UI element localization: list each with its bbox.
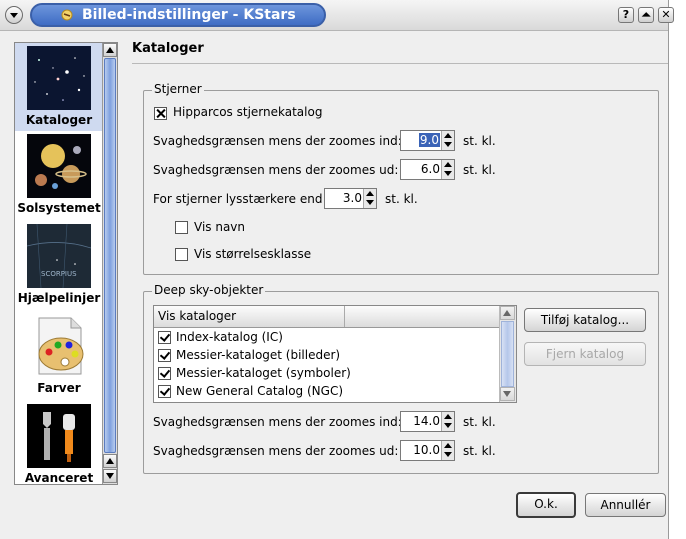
cancel-button[interactable]: Annullér [585, 493, 666, 517]
planets-icon [27, 134, 91, 198]
unit-label: st. kl. [463, 134, 496, 148]
star-brighter-label: For stjerner lysstærkere end [153, 192, 323, 206]
catalog-list[interactable]: Vis kataloger Index-katalog (IC) Messier… [153, 305, 517, 403]
spin-arrows-icon[interactable] [441, 160, 454, 179]
sidebar-item-hjaelpelinjer[interactable]: SCORPIUS Hjælpelinjer [15, 221, 103, 311]
window-menu-button[interactable] [5, 6, 23, 24]
window-title: Billed-indstillinger - KStars [82, 7, 296, 23]
header-divider [132, 63, 668, 64]
deepsky-group-title: Deep sky-objekter [152, 283, 266, 297]
hipparcos-checkbox[interactable] [154, 107, 167, 120]
constellation-label: SCORPIUS [41, 270, 77, 278]
unit-label: st. kl. [463, 163, 496, 177]
show-name-checkbox[interactable] [175, 221, 188, 234]
star-zoom-out-spinbox[interactable]: 6.0 [400, 159, 455, 180]
sidebar-item-label: Solsystemet [17, 201, 101, 215]
star-zoom-out-label: Svaghedsgrænsen mens der zoomes ud: [153, 163, 399, 177]
show-name-label: Vis navn [194, 220, 246, 234]
show-magnitude-checkbox[interactable] [175, 248, 188, 261]
scroll-up-arrow[interactable] [103, 454, 117, 468]
unit-label: st. kl. [385, 192, 418, 206]
sidebar-item-farver[interactable]: Farver [15, 311, 103, 401]
star-zoom-in-spinbox[interactable]: 9.0 [400, 130, 455, 151]
catalog-list-scrollbar[interactable] [499, 306, 516, 402]
list-item[interactable]: New General Catalog (NGC) [154, 383, 500, 401]
kstars-app-icon [61, 9, 73, 21]
spin-value: 9.0 [418, 133, 440, 147]
page-title: Kataloger [132, 41, 204, 56]
remove-catalog-button[interactable]: Fjern katalog [524, 342, 646, 366]
catalog-label: Messier-kataloget (symboler) [176, 366, 351, 380]
sidebar-item-avanceret[interactable]: Avanceret [15, 401, 103, 485]
deepsky-zoom-in-spinbox[interactable]: 14.0 [400, 411, 455, 432]
sidebar-item-label: Hjælpelinjer [17, 291, 101, 305]
catalog-checkbox[interactable] [158, 367, 171, 380]
scroll-up-arrow[interactable] [500, 306, 515, 320]
scrollbar-thumb[interactable] [501, 321, 514, 387]
deepsky-zoom-out-spinbox[interactable]: 10.0 [400, 440, 455, 461]
deepsky-zoom-out-label: Svaghedsgrænsen mens der zoomes ud: [153, 444, 399, 458]
constellation-lines-icon: SCORPIUS [27, 224, 91, 288]
star-field-icon [27, 46, 91, 110]
shade-button[interactable]: ⏶ [638, 7, 654, 23]
page-icon-list[interactable]: Kataloger Solsystemet SCORPIUS Hjælpelin… [14, 42, 118, 485]
spin-value: 10.0 [413, 443, 440, 457]
sidebar-item-label: Avanceret [24, 471, 94, 485]
catalog-checkbox[interactable] [158, 331, 171, 344]
catalog-label: Messier-kataloget (billeder) [176, 348, 341, 362]
sidebar-item-kataloger[interactable]: Kataloger [15, 43, 103, 131]
add-catalog-button[interactable]: Tilføj katalog... [524, 308, 646, 332]
catalog-checkbox[interactable] [158, 385, 171, 398]
sidebar-item-label: Farver [37, 381, 81, 395]
paint-palette-icon [27, 314, 91, 378]
show-magnitude-label: Vis størrelsesklasse [194, 247, 312, 261]
sidebar-item-label: Kataloger [25, 113, 93, 127]
list-item[interactable]: Messier-kataloget (symboler) [154, 365, 500, 383]
catalog-checkbox[interactable] [158, 349, 171, 362]
star-zoom-in-label: Svaghedsgrænsen mens der zoomes ind: [153, 134, 402, 148]
scroll-down-arrow[interactable] [500, 387, 515, 401]
stars-group-title: Stjerner [152, 82, 204, 96]
catalog-label: Index-katalog (IC) [176, 330, 283, 344]
help-button[interactable]: ? [618, 7, 634, 23]
settings-dialog: Billed-indstillinger - KStars ? ⏶ ✕ Kata… [0, 0, 674, 539]
column-header-vis-kataloger[interactable]: Vis kataloger [154, 306, 345, 327]
scroll-up-arrow[interactable] [103, 43, 117, 57]
spin-value: 14.0 [413, 414, 440, 428]
list-item[interactable]: Index-katalog (IC) [154, 329, 500, 347]
close-button[interactable]: ✕ [658, 7, 674, 23]
spin-value: 3.0 [342, 191, 362, 205]
deepsky-zoom-in-label: Svaghedsgrænsen mens der zoomes ind: [153, 415, 402, 429]
list-item[interactable]: Messier-kataloget (billeder) [154, 347, 500, 365]
ok-button[interactable]: O.k. [516, 492, 576, 518]
scroll-down-arrow[interactable] [103, 469, 117, 483]
spin-value: 6.0 [420, 162, 440, 176]
catalog-list-header[interactable]: Vis kataloger [154, 306, 500, 328]
sidebar-scrollbar[interactable] [102, 43, 117, 484]
unit-label: st. kl. [463, 444, 496, 458]
sidebar-item-solsystemet[interactable]: Solsystemet [15, 131, 103, 221]
spin-arrows-icon[interactable] [363, 189, 376, 208]
title-bar[interactable]: Billed-indstillinger - KStars ? ⏶ ✕ [0, 0, 674, 31]
star-brighter-spinbox[interactable]: 3.0 [324, 188, 377, 209]
unit-label: st. kl. [463, 415, 496, 429]
scrollbar-thumb[interactable] [104, 58, 116, 453]
spin-arrows-icon[interactable] [441, 441, 454, 460]
title-pill[interactable]: Billed-indstillinger - KStars [30, 3, 326, 27]
hipparcos-label: Hipparcos stjernekatalog [173, 105, 323, 119]
spin-arrows-icon[interactable] [441, 412, 454, 431]
spin-arrows-icon[interactable] [441, 131, 454, 150]
tools-icon [27, 404, 91, 468]
catalog-label: New General Catalog (NGC) [176, 384, 344, 398]
